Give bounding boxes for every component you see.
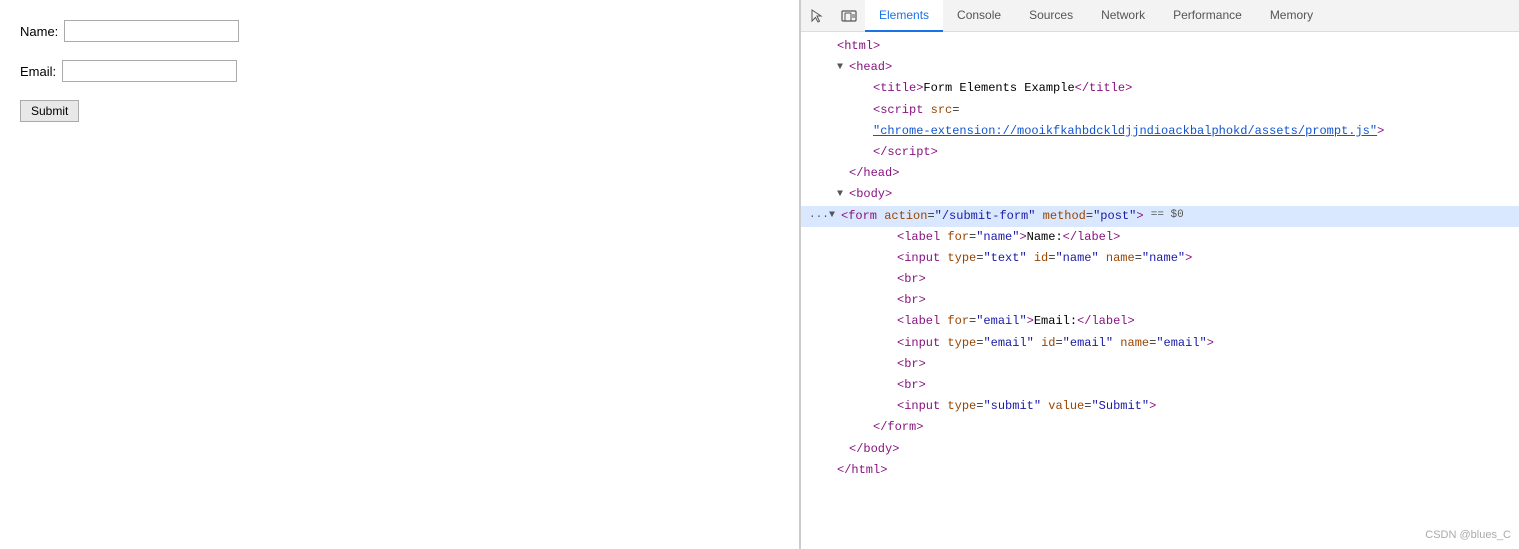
watermark: CSDN @blues_C (1425, 529, 1511, 541)
script-close-line: </script> (801, 142, 1519, 163)
br2-line: <br> (801, 290, 1519, 311)
email-label: Email: (20, 64, 56, 79)
submit-row: Submit (20, 100, 779, 122)
name-form-row: Name: (20, 20, 779, 42)
body-close-line: </body> (801, 439, 1519, 460)
cursor-icon[interactable] (801, 0, 833, 32)
devtools-tabs: Elements Console Sources Network Perform… (865, 0, 1327, 32)
head-close-line: </head> (801, 163, 1519, 184)
title-line: <title>Form Elements Example</title> (801, 78, 1519, 99)
label-email-line: <label for="email">Email:</label> (801, 311, 1519, 332)
devtools-content[interactable]: <html> ▼ <head> <title>Form Elements Exa… (801, 32, 1519, 549)
head-open-line: ▼ <head> (801, 57, 1519, 78)
script-src-line: "chrome-extension://mooikfkahbdckldjjndi… (801, 121, 1519, 142)
body-triangle[interactable]: ▼ (837, 187, 849, 203)
form-triangle[interactable]: ▼ (829, 208, 841, 224)
br1-line: <br> (801, 269, 1519, 290)
script-open-line: <script src= (801, 100, 1519, 121)
submit-button[interactable]: Submit (20, 100, 79, 122)
dots-button[interactable]: ... (809, 207, 829, 225)
label-name-line: <label for="name">Name:</label> (801, 227, 1519, 248)
tab-memory[interactable]: Memory (1256, 0, 1327, 32)
name-input[interactable] (64, 20, 239, 42)
input-email-line: <input type="email" id="email" name="ema… (801, 333, 1519, 354)
tab-sources[interactable]: Sources (1015, 0, 1087, 32)
name-label: Name: (20, 24, 58, 39)
input-submit-line: <input type="submit" value="Submit"> (801, 396, 1519, 417)
body-open-line: ▼ <body> (801, 184, 1519, 205)
br4-line: <br> (801, 375, 1519, 396)
tab-console[interactable]: Console (943, 0, 1015, 32)
html-open-line: <html> (801, 36, 1519, 57)
devtools-panel: Elements Console Sources Network Perform… (800, 0, 1519, 549)
webpage-preview: Name: Email: Submit (0, 0, 800, 549)
tab-performance[interactable]: Performance (1159, 0, 1256, 32)
head-triangle[interactable]: ▼ (837, 60, 849, 76)
email-form-row: Email: (20, 60, 779, 82)
form-open-line[interactable]: ... ▼ <form action="/submit-form" method… (801, 206, 1519, 227)
form-close-line: </form> (801, 417, 1519, 438)
devtools-header: Elements Console Sources Network Perform… (801, 0, 1519, 32)
device-toggle-icon[interactable] (833, 0, 865, 32)
br3-line: <br> (801, 354, 1519, 375)
input-name-line: <input type="text" id="name" name="name"… (801, 248, 1519, 269)
tab-elements[interactable]: Elements (865, 0, 943, 32)
email-input[interactable] (62, 60, 237, 82)
html-close-line: </html> (801, 460, 1519, 481)
tab-network[interactable]: Network (1087, 0, 1159, 32)
